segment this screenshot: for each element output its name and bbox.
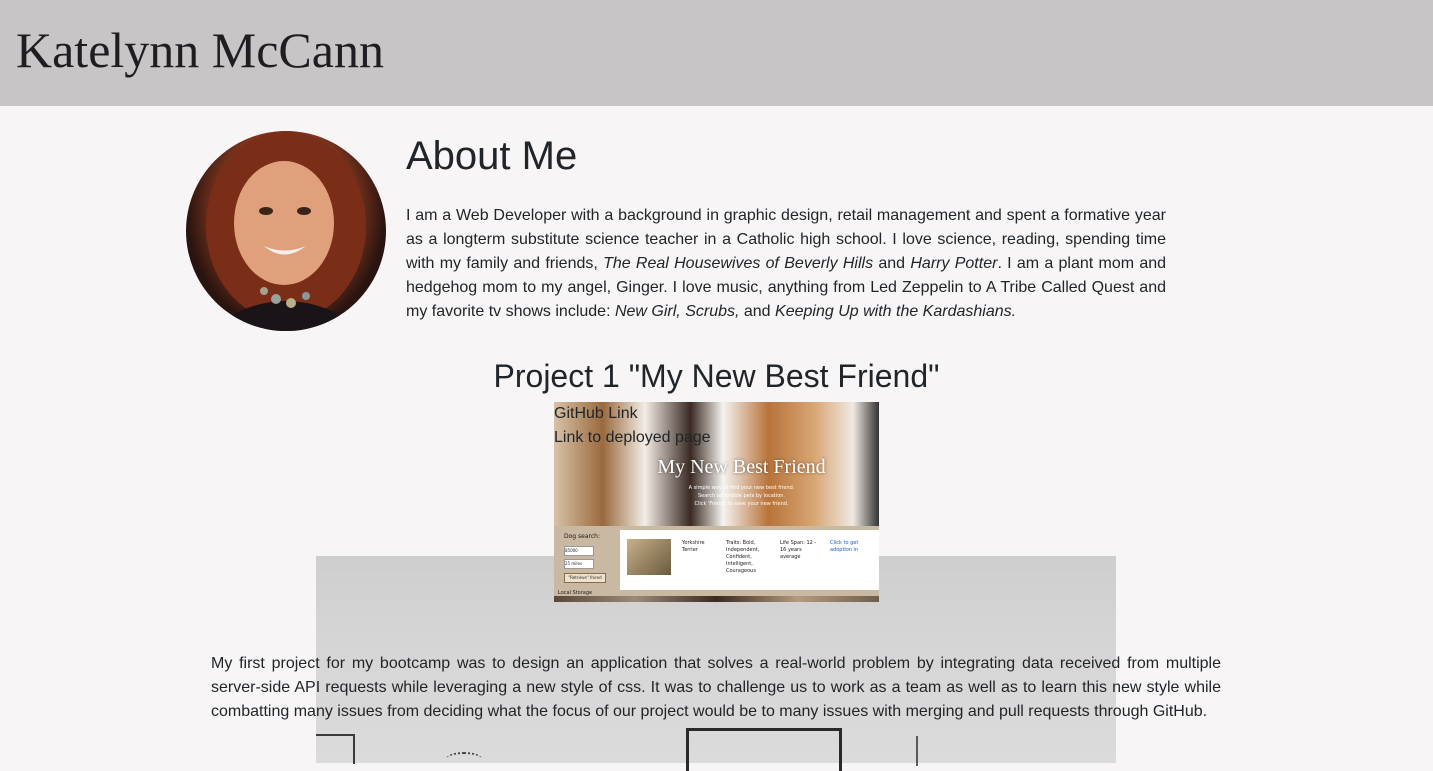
screenshot-hero-title: My New Best Friend — [657, 456, 826, 478]
profile-avatar — [186, 131, 386, 331]
photo-picture-frame — [686, 728, 842, 771]
about-heading: About Me — [406, 134, 578, 178]
about-text-part4: and — [739, 303, 776, 320]
site-header: Katelynn McCann — [0, 0, 1433, 106]
screenshot-photo-strip — [554, 596, 879, 602]
screenshot-hero-subtitle-line2: Search adoptable pets by location. — [697, 493, 786, 499]
screenshot-body: Dog search: 85000 25 miles "Retrieve" fr… — [554, 526, 879, 602]
github-link[interactable]: GitHub Link — [554, 402, 754, 426]
about-paragraph: I am a Web Developer with a background i… — [406, 204, 1166, 324]
screenshot-hero-subtitle: A simple way to find your new best frien… — [554, 484, 879, 508]
project-1-links: GitHub Link Link to deployed page — [554, 402, 754, 450]
photo-shelf-post — [353, 734, 355, 764]
screenshot-zip-input: 85000 — [564, 546, 594, 556]
project-1-description: My first project for my bootcamp was to … — [211, 655, 1221, 720]
photo-plant — [446, 752, 482, 766]
about-text-italic4: Keeping Up with the Kardashians. — [775, 303, 1017, 320]
screenshot-distance-select: 25 miles — [564, 559, 594, 569]
screenshot-retrieve-button: "Retrieve" friend — [564, 573, 606, 583]
screenshot-dog-breed: Yorkshire Terrier — [682, 540, 705, 553]
screenshot-hero-subtitle-line3: Click 'Friend' to save your new friend. — [694, 501, 789, 507]
project-1-title: Project 1 "My New Best Friend" — [493, 358, 940, 394]
profile-photo-illustration — [206, 131, 366, 331]
photo-lamp — [916, 736, 918, 766]
screenshot-adopt-link: Click to get adoption in — [830, 540, 859, 553]
about-text-italic2: Harry Potter — [910, 255, 998, 272]
about-text-part2: and — [873, 255, 911, 272]
site-title: Katelynn McCann — [16, 22, 384, 78]
screenshot-dog-card: Yorkshire Terrier Traits: Bold, Independ… — [620, 530, 879, 590]
screenshot-dog-lifespan: Life Span: 12 - 16 years average — [780, 540, 817, 560]
screenshot-hero-subtitle-line1: A simple way to find your new best frien… — [688, 485, 795, 491]
screenshot-search-label: Dog search: — [564, 533, 600, 540]
about-text-italic1: The Real Housewives of Beverly Hills — [603, 255, 874, 272]
photo-shelf-edge — [316, 734, 354, 736]
deployed-page-link[interactable]: Link to deployed page — [554, 426, 754, 450]
screenshot-dog-photo — [627, 539, 671, 575]
about-text-italic3: New Girl, Scrubs, — [614, 303, 740, 320]
screenshot-dog-traits: Traits: Bold, Independent, Confident, In… — [726, 540, 760, 574]
